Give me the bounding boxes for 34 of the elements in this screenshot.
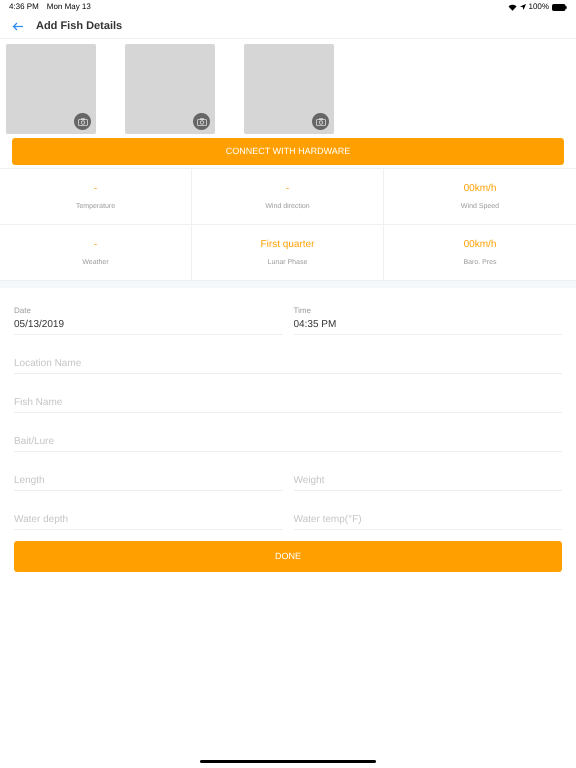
status-time: 4:36 PM: [9, 1, 39, 13]
camera-button[interactable]: [193, 113, 210, 130]
input-field[interactable]: Fish Name: [14, 395, 562, 410]
input-field[interactable]: Length: [14, 473, 282, 488]
camera-button[interactable]: [74, 113, 91, 130]
photo-placeholder[interactable]: [244, 44, 334, 134]
input-field[interactable]: 05/13/2019: [14, 317, 282, 332]
input-field[interactable]: Location Name: [14, 356, 562, 370]
photo-placeholder[interactable]: [6, 44, 96, 134]
battery-percentage: 100%: [528, 1, 549, 13]
field-label: Date: [14, 305, 32, 318]
photo-placeholder[interactable]: [125, 44, 215, 134]
input-field[interactable]: Water depth: [14, 512, 282, 526]
camera-icon: [316, 118, 326, 126]
camera-button[interactable]: [312, 113, 329, 130]
reading-value: -: [94, 238, 98, 252]
reading-value: 00km/h: [464, 238, 496, 252]
status-date: Mon May 13: [46, 1, 91, 13]
reading-value: -: [286, 182, 290, 196]
reading-value: First quarter: [260, 238, 314, 252]
wifi-icon: [508, 4, 517, 10]
field-label: Time: [294, 305, 312, 318]
back-arrow-icon[interactable]: [12, 22, 24, 30]
input-field[interactable]: 04:35 PM: [294, 317, 562, 332]
camera-icon: [78, 118, 88, 126]
reading-value: 00km/h: [464, 182, 496, 196]
location-icon: [520, 4, 526, 10]
input-field[interactable]: Water temp(°F): [294, 512, 562, 526]
battery-icon: [552, 4, 567, 10]
page-title: Add Fish Details: [36, 18, 122, 34]
input-field[interactable]: Weight: [294, 473, 562, 488]
input-field[interactable]: Bait/Lure: [14, 434, 562, 448]
camera-icon: [196, 118, 206, 126]
reading-value: -: [94, 182, 98, 196]
